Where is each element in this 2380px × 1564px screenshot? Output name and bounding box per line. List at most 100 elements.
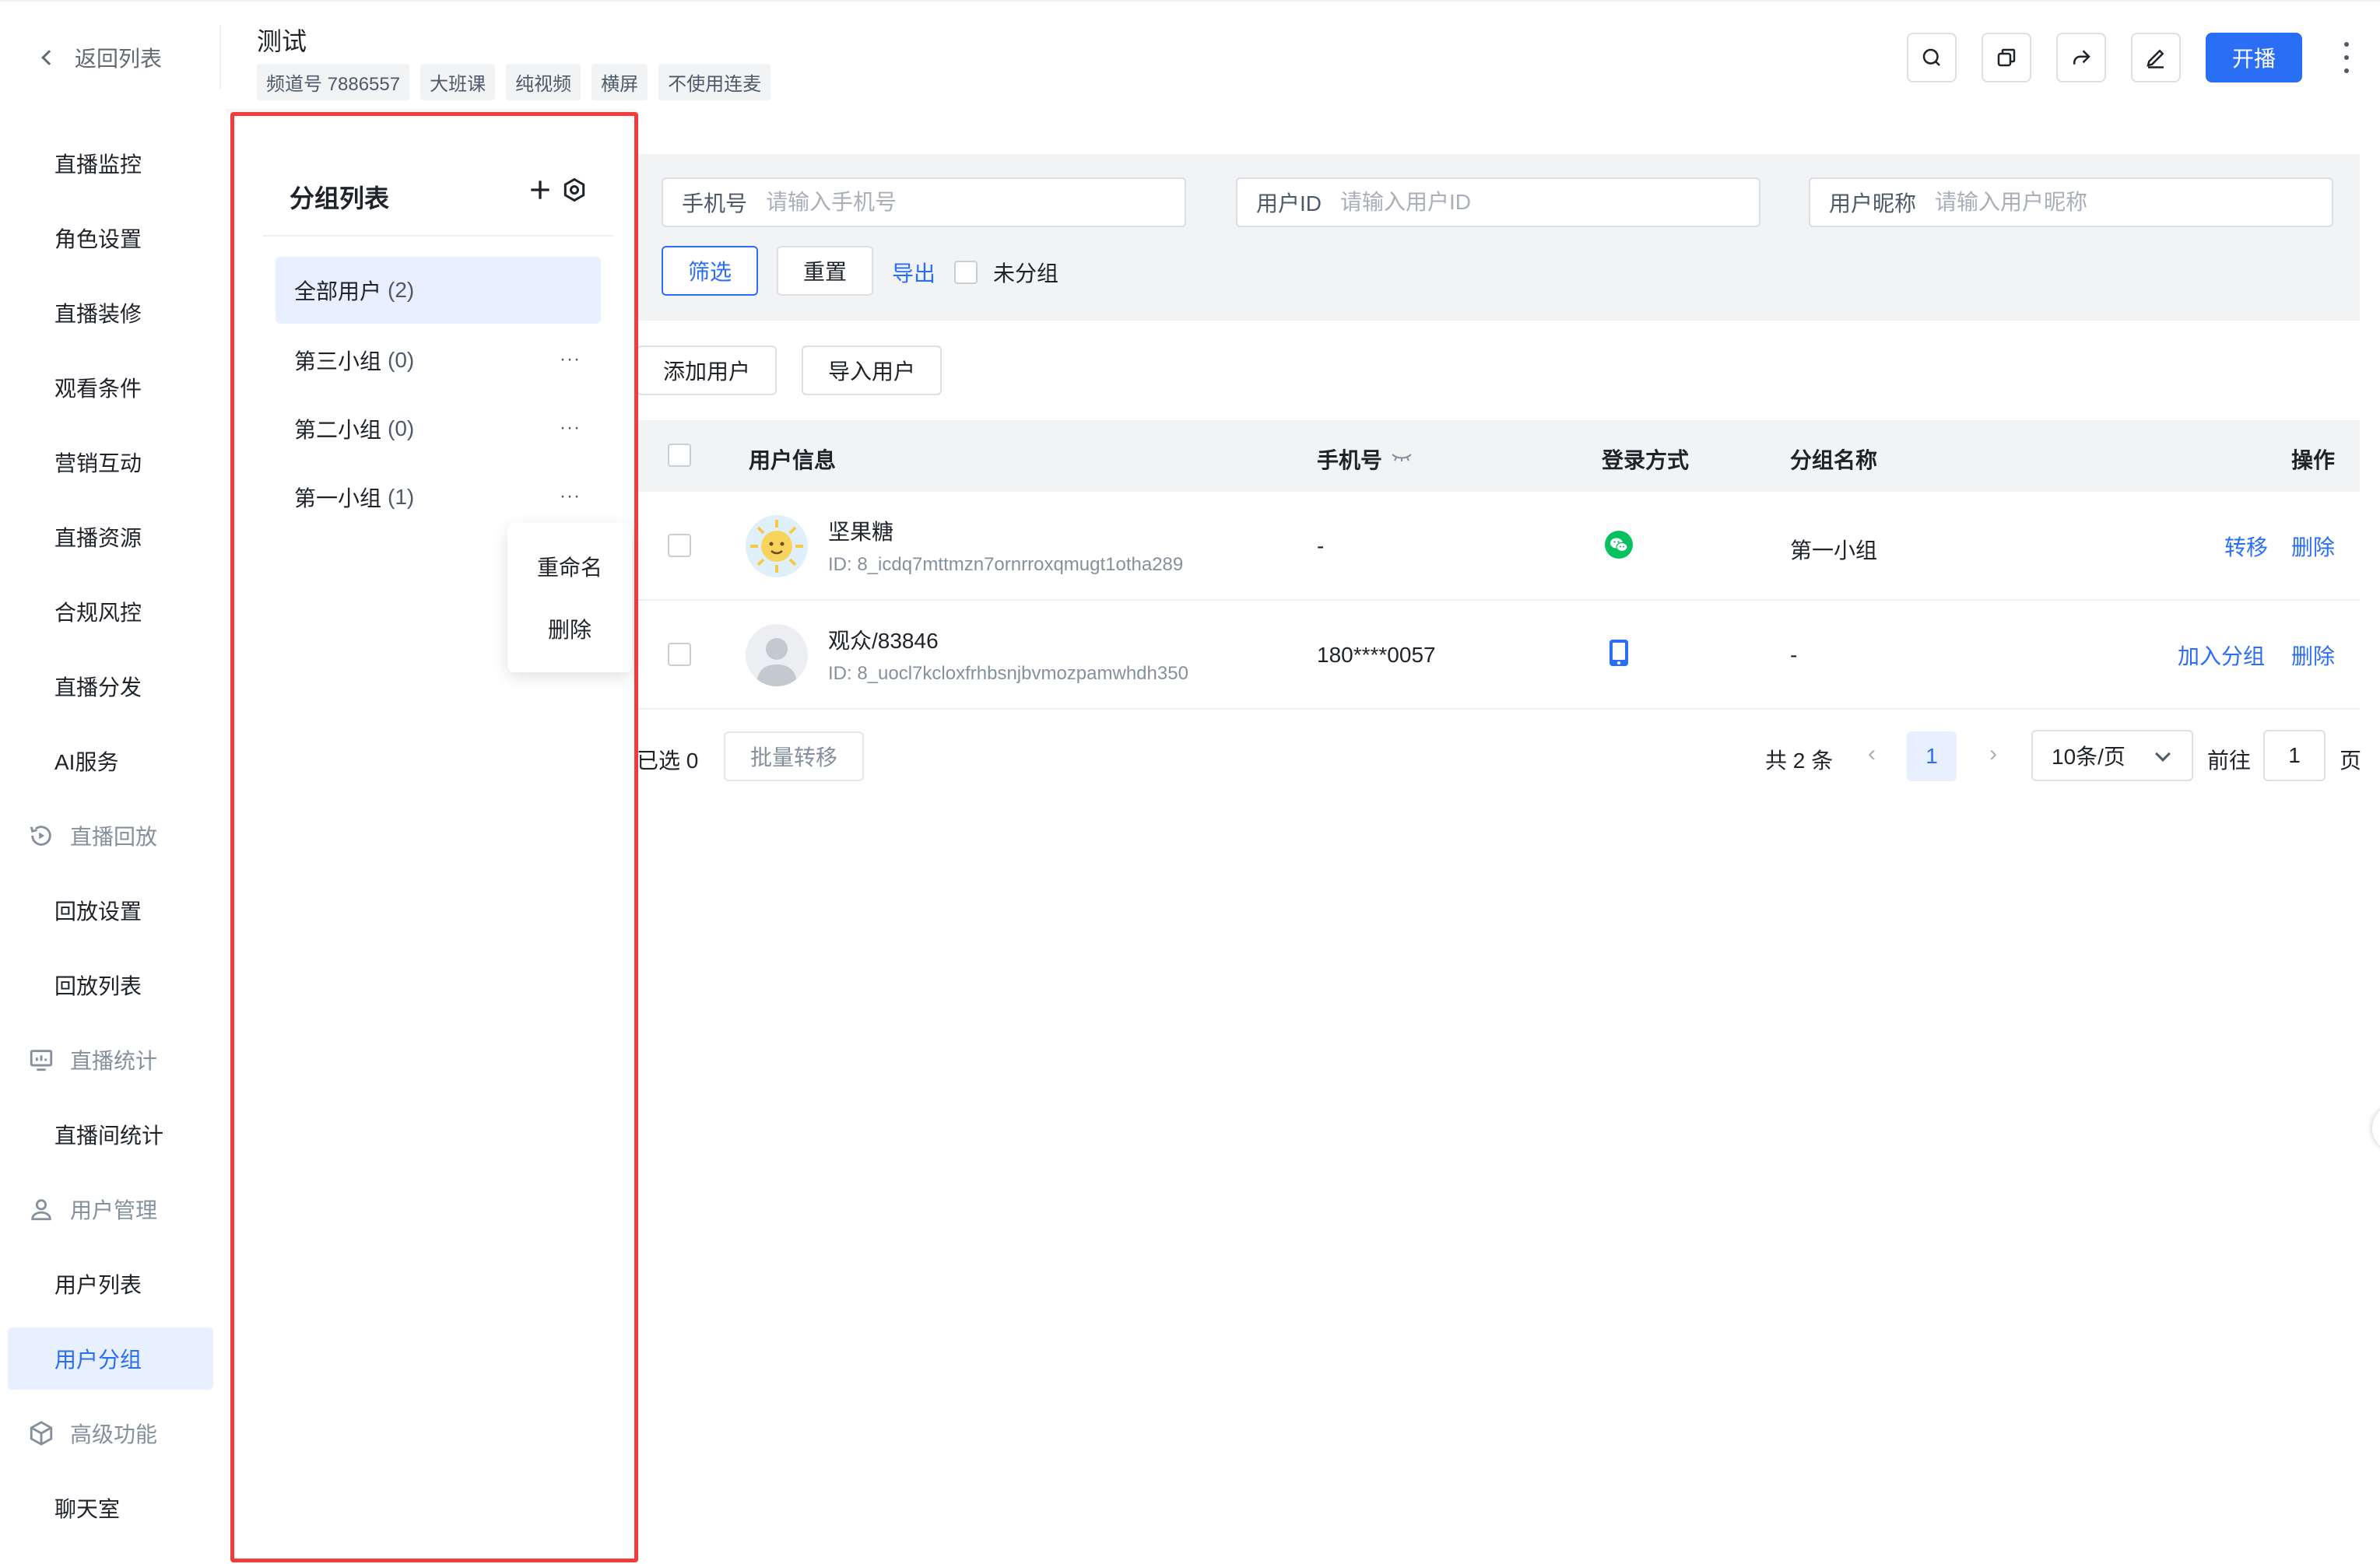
select-all-checkbox[interactable] bbox=[668, 444, 691, 467]
filter-panel: 手机号 用户ID 用户昵称 筛选 重置 导出 未分组 bbox=[637, 154, 2360, 321]
sidebar-item-watch-conditions[interactable]: 观看条件 bbox=[8, 356, 213, 419]
sidebar-group-replay[interactable]: 直播回放 bbox=[8, 805, 213, 867]
rename-menu-item[interactable]: 重命名 bbox=[507, 535, 632, 598]
reset-button[interactable]: 重置 bbox=[777, 246, 873, 296]
cube-icon bbox=[30, 1421, 53, 1446]
search-button[interactable] bbox=[1907, 33, 1957, 82]
more-dots-icon[interactable]: ··· bbox=[560, 417, 581, 439]
userid-input[interactable] bbox=[1340, 190, 1683, 215]
row-checkbox[interactable] bbox=[668, 534, 691, 557]
sidebar-item-role-settings[interactable]: 角色设置 bbox=[8, 207, 213, 269]
channel-tag: 频道号 7886557 bbox=[257, 64, 410, 100]
group-label: 第三小组 bbox=[294, 349, 382, 373]
phone-field[interactable]: 手机号 bbox=[662, 177, 1186, 227]
transfer-link[interactable]: 转移 bbox=[2224, 531, 2268, 562]
goto-page-input[interactable]: 1 bbox=[2263, 730, 2326, 781]
toolbar-icons bbox=[1907, 33, 2206, 82]
column-header: 分组名称 bbox=[1790, 448, 1878, 472]
group-label: 第二小组 bbox=[294, 418, 382, 442]
more-dots-icon[interactable]: ··· bbox=[560, 349, 581, 370]
edit-button[interactable] bbox=[2131, 33, 2181, 82]
userid-field[interactable]: 用户ID bbox=[1236, 177, 1760, 227]
sidebar-item-compliance[interactable]: 合规风控 bbox=[8, 580, 213, 643]
channel-tag: 横屏 bbox=[591, 64, 648, 100]
delete-link[interactable]: 删除 bbox=[2291, 531, 2335, 562]
sidebar-group-label: 用户管理 bbox=[70, 1198, 158, 1222]
add-group-icon[interactable] bbox=[525, 174, 556, 205]
column-header: 操作 bbox=[2291, 448, 2336, 472]
sidebar-item-live-monitor[interactable]: 直播监控 bbox=[8, 132, 213, 195]
page-size-select[interactable]: 10条/页 bbox=[2031, 730, 2193, 781]
group-item[interactable]: 第三小组 (0) ··· bbox=[276, 327, 601, 394]
sidebar-group-user-management[interactable]: 用户管理 bbox=[8, 1178, 213, 1240]
nickname-field[interactable]: 用户昵称 bbox=[1809, 177, 2333, 227]
sidebar-item-label: 合规风控 bbox=[54, 601, 142, 625]
sidebar-group-advanced[interactable]: 高级功能 bbox=[8, 1402, 213, 1464]
ungrouped-checkbox[interactable]: 未分组 bbox=[954, 257, 1058, 288]
checkbox-box[interactable] bbox=[954, 261, 978, 284]
group-item[interactable]: 第二小组 (0) ··· bbox=[276, 395, 601, 462]
group-name-cell: 第一小组 bbox=[1790, 538, 1878, 563]
group-list-panel: 分组列表 全部用户 (2) 第三小组 (0) ··· 第二小组 (0) ··· … bbox=[235, 117, 630, 1556]
column-header: 手机号 bbox=[1317, 448, 1383, 472]
channel-tag: 大班课 bbox=[420, 64, 496, 100]
table-row: 观众/83846 ID: 8_uocl7kcloxfrhbsnjbvmozpam… bbox=[637, 601, 2360, 710]
start-live-button[interactable]: 开播 bbox=[2206, 33, 2302, 82]
dot-icon bbox=[2344, 55, 2349, 60]
delete-menu-item[interactable]: 删除 bbox=[507, 598, 632, 660]
share-icon bbox=[2073, 50, 2090, 65]
phone-input[interactable] bbox=[766, 190, 1109, 215]
page-suffix: 页 bbox=[2340, 749, 2362, 773]
sun-avatar bbox=[746, 515, 808, 577]
nickname-input[interactable] bbox=[1935, 190, 2278, 215]
add-user-button[interactable]: 添加用户 bbox=[637, 345, 777, 395]
more-dots-icon[interactable]: ··· bbox=[560, 486, 581, 507]
goto-label: 前往 bbox=[2207, 749, 2252, 773]
group-settings-icon[interactable] bbox=[560, 176, 588, 204]
sidebar-item-label: 用户分组 bbox=[54, 1348, 142, 1372]
sidebar-item-marketing[interactable]: 营销互动 bbox=[8, 431, 213, 493]
sidebar-item-replay-list[interactable]: 回放列表 bbox=[8, 954, 213, 1016]
sidebar-item-chatroom[interactable]: 聊天室 bbox=[8, 1477, 213, 1539]
bulk-move-button[interactable]: 批量转移 bbox=[724, 731, 864, 781]
divider bbox=[263, 235, 613, 237]
user-table: 用户信息 手机号 登录方式 分组名称 操作 坚果糖 ID: 8_icdq7mtt… bbox=[637, 420, 2360, 710]
prev-page-icon[interactable]: ‹ bbox=[1868, 741, 1876, 767]
sidebar-item-decoration[interactable]: 直播装修 bbox=[8, 282, 213, 344]
sidebar-group-label: 高级功能 bbox=[70, 1422, 158, 1447]
sidebar-item-user-list[interactable]: 用户列表 bbox=[8, 1253, 213, 1315]
group-context-menu: 重命名 删除 bbox=[507, 523, 632, 672]
more-menu-button[interactable] bbox=[2335, 42, 2358, 73]
row-checkbox[interactable] bbox=[668, 643, 691, 666]
back-label: 返回列表 bbox=[75, 47, 163, 71]
copy-button[interactable] bbox=[1982, 33, 2031, 82]
sidebar-item-user-groups[interactable]: 用户分组 bbox=[8, 1327, 213, 1390]
delete-link[interactable]: 删除 bbox=[2291, 640, 2335, 671]
group-count: (2) bbox=[388, 278, 415, 302]
eye-closed-icon[interactable] bbox=[1390, 450, 1413, 465]
sidebar-item-replay-settings[interactable]: 回放设置 bbox=[8, 879, 213, 942]
join-group-link[interactable]: 加入分组 bbox=[2178, 640, 2265, 671]
group-count: (1) bbox=[388, 485, 415, 509]
sidebar-group-statistics[interactable]: 直播统计 bbox=[8, 1029, 213, 1091]
wechat-icon bbox=[1605, 531, 1633, 559]
channel-tag: 不使用连麦 bbox=[658, 64, 771, 100]
search-icon bbox=[1922, 48, 1940, 66]
table-row: 坚果糖 ID: 8_icdq7mttmzn7ornrroxqmugt1otha2… bbox=[637, 492, 2360, 601]
filter-button[interactable]: 筛选 bbox=[662, 246, 758, 296]
sidebar-item-distribution[interactable]: 直播分发 bbox=[8, 655, 213, 717]
sidebar-item-room-stats[interactable]: 直播间统计 bbox=[8, 1103, 213, 1166]
next-page-icon[interactable]: › bbox=[1989, 741, 1997, 767]
sidebar-item-label: 直播间统计 bbox=[54, 1124, 164, 1148]
sidebar-item-label: 用户列表 bbox=[54, 1273, 142, 1297]
share-button[interactable] bbox=[2056, 33, 2106, 82]
group-item-all-users[interactable]: 全部用户 (2) bbox=[276, 257, 601, 324]
pagination-bar: 已选 0 批量转移 共 2 条 ‹ 1 › 10条/页 前往 1 页 bbox=[637, 730, 2362, 784]
page-number-current[interactable]: 1 bbox=[1907, 731, 1957, 781]
export-link[interactable]: 导出 bbox=[892, 257, 936, 288]
sidebar-item-ai-service[interactable]: AI服务 bbox=[8, 730, 213, 792]
back-to-list-button[interactable]: 返回列表 bbox=[41, 42, 163, 73]
group-item[interactable]: 第一小组 (1) ··· bbox=[276, 464, 601, 531]
import-user-button[interactable]: 导入用户 bbox=[802, 345, 942, 395]
sidebar-item-resources[interactable]: 直播资源 bbox=[8, 506, 213, 568]
